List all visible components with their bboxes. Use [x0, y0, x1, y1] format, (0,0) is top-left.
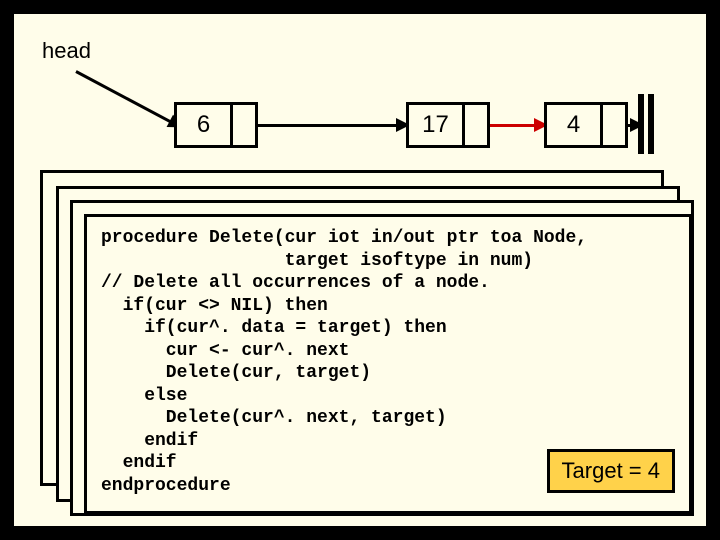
code-line: Delete(cur, target): [101, 363, 371, 383]
code-line: endif: [101, 431, 198, 451]
node-value: 6: [177, 105, 233, 145]
node-value: 4: [547, 105, 603, 145]
code-line: // Delete all occurrences of a node.: [101, 273, 490, 293]
code-line: endif: [101, 453, 177, 473]
node-next-ptr: [603, 105, 625, 145]
list-node-1: 6: [174, 102, 258, 148]
code-line: else: [101, 386, 187, 406]
target-badge: Target = 4: [547, 449, 675, 493]
node-value: 17: [409, 105, 465, 145]
head-label: head: [42, 38, 91, 64]
node-next-ptr: [465, 105, 487, 145]
diagram-canvas: head 6 17 4 procedure Delete(cur iot in/…: [14, 14, 706, 526]
code-line: target isoftype in num): [101, 251, 533, 271]
code-line: Delete(cur^. next, target): [101, 408, 447, 428]
code-line: if(cur <> NIL) then: [101, 296, 328, 316]
arrow-head-to-node1: [75, 70, 181, 128]
stack-frame-top: procedure Delete(cur iot in/out ptr toa …: [84, 214, 692, 514]
nil-terminator-icon: [638, 94, 656, 154]
code-line: procedure Delete(cur iot in/out ptr toa …: [101, 228, 587, 248]
code-line: if(cur^. data = target) then: [101, 318, 447, 338]
arrow-node2-to-node3: [490, 124, 546, 127]
arrow-node1-to-node2: [258, 124, 408, 127]
list-node-3: 4: [544, 102, 628, 148]
node-next-ptr: [233, 105, 255, 145]
list-node-2: 17: [406, 102, 490, 148]
code-line: cur <- cur^. next: [101, 341, 349, 361]
code-line: endprocedure: [101, 476, 231, 496]
